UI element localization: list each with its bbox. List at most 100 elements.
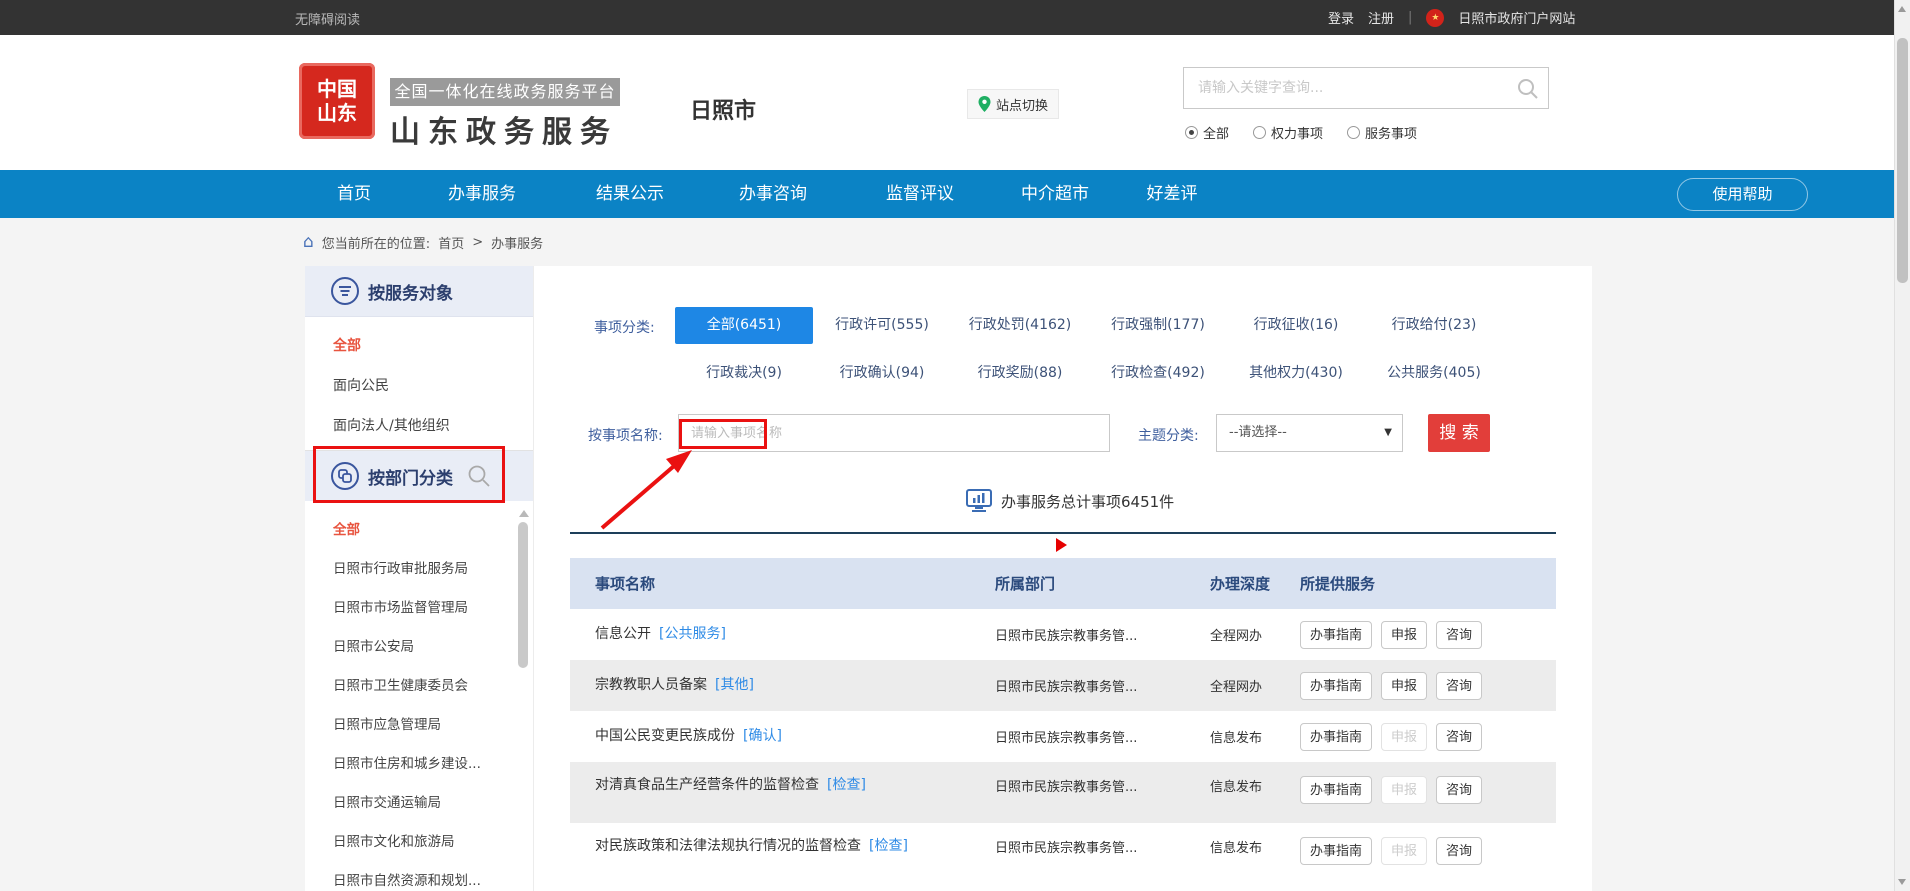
consult-button[interactable]: 咨询 bbox=[1436, 776, 1482, 804]
dept-item[interactable]: 日照市市场监督管理局 bbox=[333, 589, 481, 628]
item-dept: 日照市民族宗教事务管... bbox=[995, 727, 1210, 746]
breadcrumb-label: 您当前所在的位置: bbox=[322, 233, 430, 252]
accessibility-link[interactable]: 无障碍阅读 bbox=[295, 9, 360, 28]
guide-button[interactable]: 办事指南 bbox=[1300, 723, 1372, 751]
dept-item[interactable]: 日照市交通运输局 bbox=[333, 784, 481, 823]
sidebar-section-department[interactable]: 按部门分类 bbox=[305, 450, 533, 501]
item-tag-link[interactable]: [其他] bbox=[715, 677, 754, 693]
dept-item-all[interactable]: 全部 bbox=[333, 511, 481, 550]
page-scrollbar-track[interactable] bbox=[1894, 0, 1910, 891]
item-tag-link[interactable]: [确认] bbox=[743, 728, 782, 744]
apply-button[interactable]: 申报 bbox=[1381, 672, 1427, 700]
city-name: 日照市 bbox=[690, 93, 756, 125]
platform-tagline: 全国一体化在线政务服务平台 bbox=[390, 78, 620, 106]
sidebar-item-legal-person[interactable]: 面向法人/其他组织 bbox=[333, 406, 450, 446]
category-tab[interactable]: 行政检查(492) bbox=[1089, 355, 1227, 392]
portal-link[interactable]: 日照市政府门户网站 bbox=[1458, 8, 1575, 27]
breadcrumb-current[interactable]: 办事服务 bbox=[491, 233, 543, 252]
services-table: 事项名称 所属部门 办理深度 所提供服务 信息公开 [公共服务] 日照市民族宗教事… bbox=[570, 558, 1556, 889]
consult-button[interactable]: 咨询 bbox=[1436, 672, 1482, 700]
nav-item-home[interactable]: 首页 bbox=[337, 170, 371, 218]
dept-item[interactable]: 日照市行政审批服务局 bbox=[333, 550, 481, 589]
breadcrumb-home-link[interactable]: 首页 bbox=[438, 233, 464, 252]
category-tab[interactable]: 行政奖励(88) bbox=[951, 355, 1089, 392]
scope-radio-service[interactable]: 服务事项 bbox=[1347, 123, 1417, 142]
guide-button[interactable]: 办事指南 bbox=[1300, 837, 1372, 865]
dept-item[interactable]: 日照市文化和旅游局 bbox=[333, 823, 481, 862]
register-link[interactable]: 注册 bbox=[1368, 8, 1394, 27]
category-tab[interactable]: 行政给付(23) bbox=[1365, 307, 1503, 344]
keyword-search-input[interactable] bbox=[1184, 68, 1514, 108]
apply-button-disabled: 申报 bbox=[1381, 837, 1427, 865]
main-nav: 首页 办事服务 结果公示 办事咨询 监督评议 中介超市 好差评 使用帮助 bbox=[0, 170, 1910, 218]
scroll-up-icon[interactable] bbox=[1898, 6, 1906, 12]
topbar-right: 登录 注册 | ★ 日照市政府门户网站 bbox=[1328, 8, 1575, 27]
section-title: 按服务对象 bbox=[368, 279, 453, 304]
item-dept: 日照市民族宗教事务管... bbox=[995, 837, 1210, 856]
guide-button[interactable]: 办事指南 bbox=[1300, 672, 1372, 700]
department-circle-icon bbox=[331, 462, 359, 490]
site-switch-button[interactable]: 站点切换 bbox=[967, 89, 1059, 119]
item-dept: 日照市民族宗教事务管... bbox=[995, 625, 1210, 644]
nav-item-supervision[interactable]: 监督评议 bbox=[886, 170, 954, 218]
category-tab[interactable]: 公共服务(405) bbox=[1365, 355, 1503, 392]
category-tab[interactable]: 行政许可(555) bbox=[813, 307, 951, 344]
item-tag-link[interactable]: [公共服务] bbox=[659, 626, 726, 642]
sidebar-item-all[interactable]: 全部 bbox=[333, 326, 450, 366]
consult-button[interactable]: 咨询 bbox=[1436, 723, 1482, 751]
nav-item-rating[interactable]: 好差评 bbox=[1147, 170, 1198, 218]
nav-item-intermediary[interactable]: 中介超市 bbox=[1021, 170, 1089, 218]
page-scrollbar-thumb[interactable] bbox=[1897, 38, 1908, 283]
table-header-row: 事项名称 所属部门 办理深度 所提供服务 bbox=[570, 558, 1556, 609]
dept-item[interactable]: 日照市住房和城乡建设... bbox=[333, 745, 481, 784]
dept-item[interactable]: 日照市应急管理局 bbox=[333, 706, 481, 745]
search-icon[interactable] bbox=[1516, 77, 1540, 101]
scope-radio-all[interactable]: 全部 bbox=[1185, 123, 1229, 142]
topic-select[interactable]: --请选择-- ▼ bbox=[1216, 414, 1403, 452]
nav-item-consult[interactable]: 办事咨询 bbox=[739, 170, 807, 218]
sidebar-scroll-up-icon[interactable] bbox=[519, 510, 529, 517]
sidebar-divider bbox=[533, 266, 534, 891]
category-tab[interactable]: 行政确认(94) bbox=[813, 355, 951, 392]
apply-button[interactable]: 申报 bbox=[1381, 621, 1427, 649]
category-tab-all[interactable]: 全部(6451) bbox=[675, 307, 813, 344]
national-emblem-icon: ★ bbox=[1426, 9, 1444, 27]
consult-button[interactable]: 咨询 bbox=[1436, 621, 1482, 649]
dept-item[interactable]: 日照市公安局 bbox=[333, 628, 481, 667]
item-tag-link[interactable]: [检查] bbox=[869, 838, 908, 854]
dept-item[interactable]: 日照市自然资源和规划... bbox=[333, 862, 481, 891]
shandong-seal-logo: 中国 山东 bbox=[299, 63, 375, 139]
radio-icon bbox=[1347, 126, 1360, 139]
guide-button[interactable]: 办事指南 bbox=[1300, 621, 1372, 649]
item-name-input[interactable] bbox=[678, 414, 1110, 452]
item-name: 对民族政策和法律法规执行情况的监督检查 bbox=[595, 838, 861, 854]
sidebar-section-service-target[interactable]: 按服务对象 bbox=[305, 266, 533, 317]
topic-label: 主题分类: bbox=[1138, 425, 1199, 445]
item-name: 信息公开 bbox=[595, 626, 651, 642]
sidebar-item-citizen[interactable]: 面向公民 bbox=[333, 366, 450, 406]
category-tab[interactable]: 行政处罚(4162) bbox=[951, 307, 1089, 344]
item-name: 对清真食品生产经营条件的监督检查 bbox=[595, 777, 819, 793]
sidebar-scrollbar[interactable] bbox=[518, 522, 528, 668]
department-list: 全部 日照市行政审批服务局 日照市市场监督管理局 日照市公安局 日照市卫生健康委… bbox=[333, 511, 481, 891]
category-tab[interactable]: 行政强制(177) bbox=[1089, 307, 1227, 344]
category-tab[interactable]: 行政裁决(9) bbox=[675, 355, 813, 392]
radio-icon bbox=[1185, 126, 1198, 139]
scope-radio-power[interactable]: 权力事项 bbox=[1253, 123, 1323, 142]
nav-item-services[interactable]: 办事服务 bbox=[448, 170, 516, 218]
consult-button[interactable]: 咨询 bbox=[1436, 837, 1482, 865]
search-button[interactable]: 搜 索 bbox=[1428, 414, 1490, 452]
help-button[interactable]: 使用帮助 bbox=[1677, 178, 1808, 211]
department-search-icon[interactable] bbox=[467, 464, 491, 488]
dept-item[interactable]: 日照市卫生健康委员会 bbox=[333, 667, 481, 706]
guide-button[interactable]: 办事指南 bbox=[1300, 776, 1372, 804]
item-tag-link[interactable]: [检查] bbox=[827, 777, 866, 793]
scroll-down-icon[interactable] bbox=[1898, 879, 1906, 885]
category-tab[interactable]: 其他权力(430) bbox=[1227, 355, 1365, 392]
nav-item-results[interactable]: 结果公示 bbox=[596, 170, 664, 218]
login-link[interactable]: 登录 bbox=[1328, 8, 1354, 27]
table-row: 中国公民变更民族成份[确认] 日照市民族宗教事务管... 信息发布 办事指南 申… bbox=[570, 711, 1556, 762]
radio-icon bbox=[1253, 126, 1266, 139]
category-tab[interactable]: 行政征收(16) bbox=[1227, 307, 1365, 344]
page: 无障碍阅读 登录 注册 | ★ 日照市政府门户网站 中国 山东 全国一体化在线政… bbox=[0, 0, 1910, 891]
